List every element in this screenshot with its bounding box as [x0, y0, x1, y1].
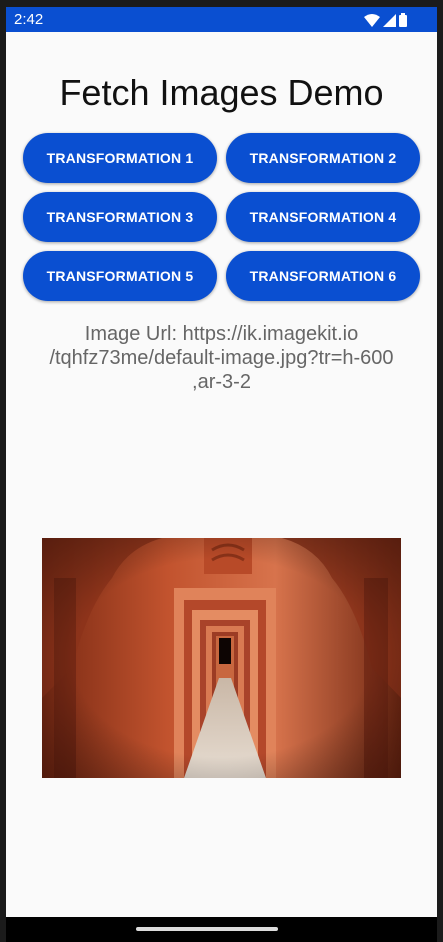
navigation-bar — [6, 917, 437, 942]
transformation-2-button[interactable]: TRANSFORMATION 2 — [226, 133, 420, 183]
transformation-3-button[interactable]: TRANSFORMATION 3 — [23, 192, 217, 242]
status-bar: 2:42 — [6, 7, 437, 32]
page-title: Fetch Images Demo — [59, 72, 384, 113]
transformation-buttons: TRANSFORMATION 1 TRANSFORMATION 2 TRANSF… — [23, 133, 420, 301]
status-time: 2:42 — [14, 11, 44, 28]
image-url-text: Image Url: https://ik.imagekit.io /tqhfz… — [26, 322, 417, 394]
transformation-1-button[interactable]: TRANSFORMATION 1 — [23, 133, 217, 183]
transformation-6-button[interactable]: TRANSFORMATION 6 — [226, 251, 420, 301]
image-url-line-3: ,ar-3-2 — [192, 371, 251, 393]
status-icons — [364, 12, 407, 28]
battery-icon — [399, 13, 407, 27]
image-url-line-1: Image Url: https://ik.imagekit.io — [84, 323, 359, 345]
home-handle[interactable] — [136, 927, 278, 931]
cell-signal-icon — [383, 13, 396, 27]
device-frame: 2:42 Fetch Images Demo TRANSFORMATION 1 … — [0, 0, 443, 942]
app-screen: Fetch Images Demo TRANSFORMATION 1 TRANS… — [6, 32, 437, 917]
transformation-4-button[interactable]: TRANSFORMATION 4 — [226, 192, 420, 242]
image-url-line-2: /tqhfz73me/default-image.jpg?tr=h-600 — [49, 347, 394, 369]
fetched-image — [42, 538, 401, 778]
transformation-5-button[interactable]: TRANSFORMATION 5 — [23, 251, 217, 301]
wifi-icon — [364, 13, 380, 27]
